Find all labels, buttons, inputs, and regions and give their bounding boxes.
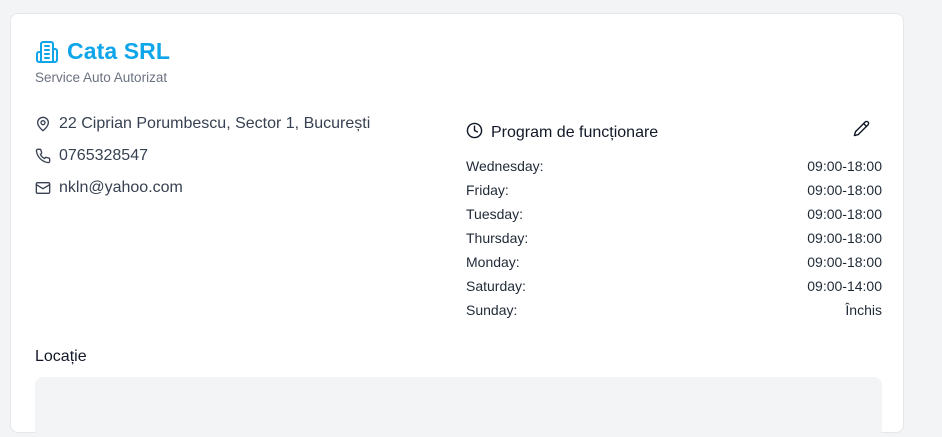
schedule-day: Wednesday: xyxy=(466,158,544,174)
schedule-hours: 09:00-18:00 xyxy=(807,182,882,198)
schedule-row: Thursday: 09:00-18:00 xyxy=(466,229,882,253)
phone-link[interactable]: 0765328547 xyxy=(59,147,148,165)
schedule-header: Program de funcționare xyxy=(466,122,658,144)
email-link[interactable]: nkln@yahoo.com xyxy=(59,179,183,197)
schedule-hours: Închis xyxy=(845,302,882,318)
schedule-title: Program de funcționare xyxy=(491,124,659,141)
schedule-hours: 09:00-18:00 xyxy=(807,254,882,270)
clock-icon xyxy=(466,122,483,144)
schedule-row: Sunday: Închis xyxy=(466,301,882,325)
schedule-hours: 09:00-18:00 xyxy=(807,158,882,174)
map-pin-icon xyxy=(35,116,51,132)
business-card: Cata SRL Service Auto Autorizat 22 Cipri… xyxy=(10,13,904,437)
schedule-hours: 09:00-14:00 xyxy=(807,278,882,294)
schedule-day: Tuesday: xyxy=(466,206,524,222)
schedule-day: Monday: xyxy=(466,254,520,270)
schedule-row: Friday: 09:00-18:00 xyxy=(466,181,882,205)
pencil-icon xyxy=(853,120,870,142)
schedule-row: Saturday: 09:00-14:00 xyxy=(466,277,882,301)
location-map[interactable] xyxy=(35,377,882,437)
schedule-day: Sunday: xyxy=(466,302,518,318)
email-row: nkln@yahoo.com xyxy=(35,179,183,197)
location-heading: Locație xyxy=(35,348,87,365)
business-subtitle: Service Auto Autorizat xyxy=(35,70,168,85)
schedule-hours: 09:00-18:00 xyxy=(807,230,882,246)
address-row: 22 Ciprian Porumbescu, Sector 1, Bucureș… xyxy=(35,115,370,133)
schedule-day: Friday: xyxy=(466,182,509,198)
mail-icon xyxy=(35,180,51,196)
phone-icon xyxy=(35,148,51,164)
address-text: 22 Ciprian Porumbescu, Sector 1, Bucureș… xyxy=(59,115,371,132)
schedule-day: Thursday: xyxy=(466,230,529,246)
schedule-row: Wednesday: 09:00-18:00 xyxy=(466,157,882,181)
business-header: Cata SRL xyxy=(35,38,170,65)
schedule-list: Wednesday: 09:00-18:00 Friday: 09:00-18:… xyxy=(466,157,882,325)
building-icon xyxy=(35,40,59,64)
schedule-row: Tuesday: 09:00-18:00 xyxy=(466,205,882,229)
schedule-row: Monday: 09:00-18:00 xyxy=(466,253,882,277)
business-name: Cata SRL xyxy=(67,38,171,64)
edit-schedule-button[interactable] xyxy=(851,120,871,142)
phone-row: 0765328547 xyxy=(35,147,148,165)
schedule-hours: 09:00-18:00 xyxy=(807,206,882,222)
schedule-day: Saturday: xyxy=(466,278,526,294)
